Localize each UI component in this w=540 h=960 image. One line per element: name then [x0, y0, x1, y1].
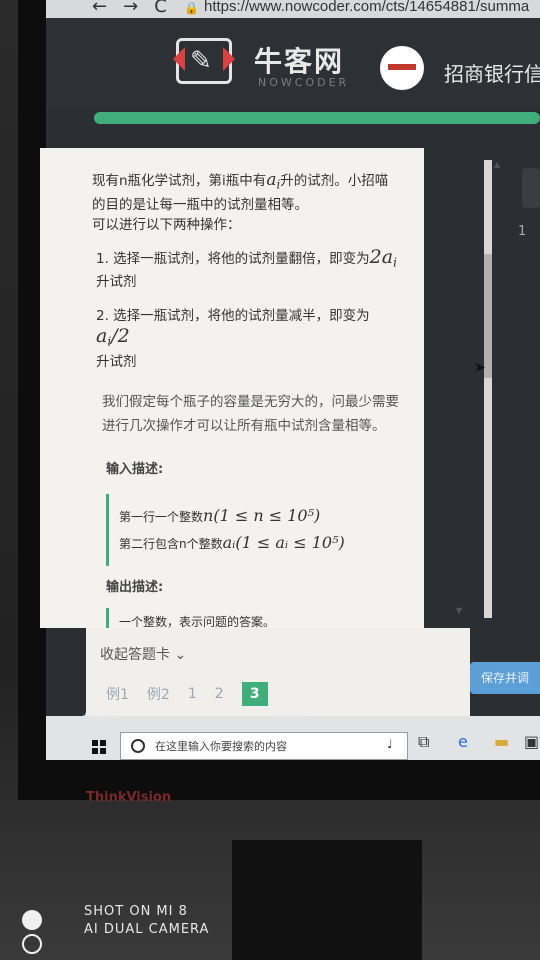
back-icon[interactable]: ←: [92, 0, 107, 17]
pen-icon: ✎: [190, 46, 212, 76]
collapse-label: 收起答题卡: [100, 647, 170, 663]
operation-2: 2. 选择一瓶试剂，将他的试剂量减半，即变为ai/2 升试剂: [50, 306, 400, 372]
math-ai-half: a: [96, 325, 108, 348]
math-half: /2: [111, 325, 130, 348]
math-ai: a: [266, 170, 277, 190]
store-icon[interactable]: ▣: [524, 732, 539, 751]
question-body: 现有n瓶化学试剂，第i瓶中有ai升的试剂。小招喵的目的是让每一瓶中的试剂量相等。…: [50, 156, 400, 628]
math-2ai: 2a: [369, 245, 394, 268]
mouse-cursor-icon: ➤: [474, 360, 486, 376]
scroll-up-icon[interactable]: ▲: [494, 160, 500, 169]
input-line-1-math: n(1 ≤ n ≤ 10⁵): [203, 506, 321, 526]
tab-question-1[interactable]: 1: [188, 686, 197, 702]
windows-start-icon[interactable]: [92, 740, 106, 754]
input-line-1-text: 第一行一个整数: [119, 510, 204, 525]
input-description: 第一行一个整数n(1 ≤ n ≤ 10⁵) 第二行包含n个整数aᵢ(1 ≤ aᵢ…: [106, 494, 400, 567]
op1-unit: 升试剂: [96, 274, 137, 291]
taskbar-strip-mid: 复制大学-...: [274, 709, 317, 718]
input-line-1: 第一行一个整数n(1 ≤ n ≤ 10⁵): [119, 506, 400, 527]
question-intro: 现有n瓶化学试剂，第i瓶中有ai升的试剂。小招喵的目的是让每一瓶中的试剂量相等。: [50, 170, 400, 215]
cortana-icon: [131, 739, 145, 753]
tab-example-2[interactable]: 例2: [147, 684, 170, 704]
browser-address-bar: ← → C 🔒 https://www.nowcoder.com/cts/14654…: [46, 0, 540, 18]
edge-icon[interactable]: e: [458, 732, 468, 751]
collapse-answer-card[interactable]: 收起答题卡 ⌄: [100, 644, 186, 664]
reload-icon[interactable]: C: [154, 0, 167, 17]
question-tabs: 例1 例2 1 2 3: [106, 682, 268, 706]
math-2ai-sub: i: [393, 255, 397, 270]
tab-question-2[interactable]: 2: [215, 686, 224, 702]
intro-text-a: 现有n瓶化学试剂，第i瓶中有: [92, 173, 267, 189]
op2-text: 2. 选择一瓶试剂，将他的试剂量减半，即变为: [96, 308, 370, 325]
question-ops-intro: 可以进行以下两种操作：: [92, 216, 241, 233]
tab-question-3[interactable]: 3: [241, 682, 268, 706]
lock-icon: 🔒: [184, 1, 199, 15]
output-description: 一个整数，表示问题的答案。: [106, 608, 400, 628]
exam-title: 招商银行信用: [444, 62, 540, 86]
question-card: 现有n瓶化学试剂，第i瓶中有ai升的试剂。小招喵的目的是让每一瓶中的试剂量相等。…: [40, 148, 424, 628]
site-header: ✎ 牛客网 NOWCODER 招商银行信用: [46, 18, 540, 110]
question-ask: 我们假定每个瓶子的容量是无穷大的，问最少需要进行几次操作才可以让所有瓶中试剂含量…: [102, 394, 399, 435]
watermark-line-2: AI DUAL CAMERA: [84, 922, 210, 937]
tab-example-1[interactable]: 例1: [106, 684, 129, 704]
input-title: 输入描述:: [106, 462, 164, 478]
progress-bar: [94, 112, 540, 124]
camera-logo-icon: [22, 910, 46, 958]
taskbar-search-input[interactable]: 在这里输入你要搜索的内容 ♩: [120, 732, 408, 760]
op1-text: 1. 选择一瓶试剂，将他的试剂量翻倍，即变为: [96, 250, 370, 267]
search-placeholder: 在这里输入你要搜索的内容: [155, 740, 287, 753]
site-logo-text[interactable]: 牛客网: [254, 40, 344, 80]
site-logo-sub: NOWCODER: [258, 76, 350, 89]
taskbar-strip-left: +650+二-: [82, 711, 122, 720]
operation-1: 1. 选择一瓶试剂，将他的试剂量翻倍，即变为2ai 升试剂: [50, 247, 400, 293]
save-button[interactable]: 保存并调: [470, 662, 540, 694]
input-line-2-text: 第二行包含n个整数: [119, 537, 223, 552]
browser-nav: ← → C: [92, 0, 183, 17]
file-explorer-icon[interactable]: ▬: [494, 732, 509, 751]
chevron-down-icon: ⌄: [174, 647, 187, 663]
watermark-line-1: SHOT ON MI 8: [84, 904, 188, 919]
input-line-2-math: aᵢ(1 ≤ aᵢ ≤ 10⁵): [222, 533, 345, 553]
editor-panel: [470, 148, 540, 728]
bank-logo: [380, 46, 424, 90]
editor-side-button[interactable]: [522, 168, 540, 208]
output-title: 输出描述:: [106, 580, 164, 596]
card-scrollbar[interactable]: [484, 160, 492, 618]
input-line-2: 第二行包含n个整数aᵢ(1 ≤ aᵢ ≤ 10⁵): [119, 533, 400, 554]
line-number: 1: [518, 224, 527, 239]
progress-fill: [94, 112, 540, 124]
monitor-brand: ThinkVision: [86, 790, 172, 805]
microphone-icon[interactable]: ♩: [387, 737, 393, 751]
scroll-down-icon[interactable]: ▼: [456, 606, 462, 615]
task-view-icon[interactable]: ⧉: [418, 732, 429, 752]
url-field[interactable]: https://www.nowcoder.com/cts/14654881/su…: [204, 0, 529, 15]
forward-icon[interactable]: →: [123, 0, 138, 17]
op2-unit: 升试剂: [96, 354, 137, 371]
monitor-stand: [232, 840, 422, 960]
